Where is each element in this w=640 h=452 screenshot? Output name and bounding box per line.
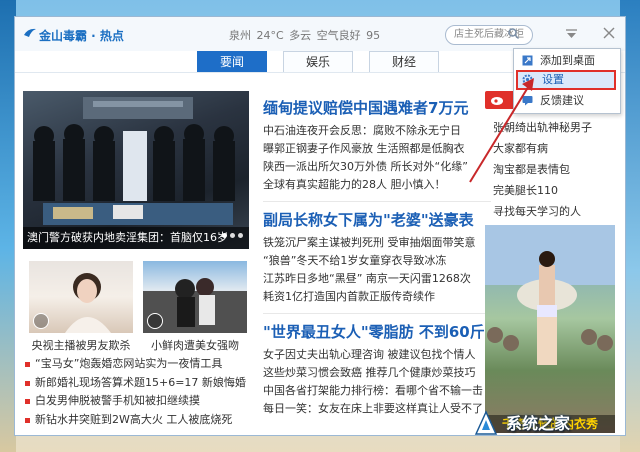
story-link[interactable]: 全球有真实超能力的28人 胆小慎入！ [263,176,491,194]
video-thumb-anchor[interactable] [29,261,133,333]
hot-topics: 张朝绮出轨神秘男子 大家都有病 淘宝都是表情包 完美腿长110 寻找每天学习的人 [493,117,611,222]
list-item[interactable]: “宝马女”炮轰婚恋网站实为一夜情工具 [23,355,249,374]
story-link[interactable]: 耗资1亿打造国内首款正版传奇续作 [263,288,491,306]
close-icon[interactable] [603,27,615,39]
featured-photo [33,97,235,225]
story-link[interactable]: 每日一笑：女友在床上非要这样真让人受不了 [263,400,491,418]
play-icon[interactable] [33,313,49,329]
context-menu: 添加到桌面 设置 反馈建议 [513,48,621,114]
story-link[interactable]: 铁笼沉尸案主谋被判死刑 受审抽烟面带笑意 [263,234,491,252]
carousel-dot[interactable] [222,233,227,238]
menu-item-label: 设置 [542,73,564,86]
play-icon[interactable] [147,313,163,329]
story-link[interactable]: “狼兽”冬天不给1岁女童穿衣导致冰冻 [263,252,491,270]
sidebar-image[interactable]: 千奇百怪的内衣秀 [485,225,615,433]
list-item[interactable]: 新郎婚礼现场答算术题15+6=17 新娘悔婚 [23,374,249,393]
hot-topic[interactable]: 大家都有病 [493,138,611,159]
story-headline[interactable]: "世界最丑女人"零脂肪 不到60斤 [263,321,491,342]
divider [263,201,491,202]
search-input[interactable]: 店主死后藏冰柜 [445,25,533,45]
desktop-add-icon [522,55,533,66]
watermark-text: 系统之家 [506,414,571,433]
carousel-dot[interactable] [230,233,235,238]
tab-news[interactable]: 要闻 [197,51,267,73]
app-logo: 金山毒霸 · 热点 [39,29,124,43]
hot-topic[interactable]: 完美腿长110 [493,180,611,201]
story-link[interactable]: 陕西一派出所欠30万外债 所长对外“化缘” [263,158,491,176]
news-list: “宝马女”炮轰婚恋网站实为一夜情工具 新郎婚礼现场答算术题15+6=17 新娘悔… [23,355,249,429]
story-link[interactable]: 这些炒菜习惯会致癌 推荐几个健康炒菜技巧 [263,364,491,382]
story-headline[interactable]: 缅甸提议赔偿中国遇难者7万元 [263,97,491,118]
list-item[interactable]: 新钻水井突赃到2W高大火 工人被底烧死 [23,411,249,430]
story-link[interactable]: 中国各省打架能力排行榜：看哪个省不输一击 [263,382,491,400]
logo-bird-icon [24,28,36,37]
thumb-caption[interactable]: 央视主播被男友欺杀 [25,337,137,353]
carousel-dot[interactable] [238,233,243,238]
lingerie-show-photo [485,225,615,365]
featured-image[interactable]: 澳门警方破获内地卖淫集团：首脑仅16岁 [23,91,249,249]
story-block-3: "世界最丑女人"零脂肪 不到60斤 女子因丈夫出轨心理咨询 被建议包找个情人 这… [263,321,491,418]
menu-dropdown-icon[interactable] [565,27,578,40]
video-thumb-kiss[interactable] [143,261,247,333]
divider [263,313,491,314]
gear-icon [522,74,533,85]
thumb-caption[interactable]: 小鲜肉遭美女强吻 [139,337,251,353]
story-block-1: 缅甸提议赔偿中国遇难者7万元 中石油连夜开会反思：腐败不除永无宁日 曝郭正钢妻子… [263,97,491,194]
hot-topic[interactable]: 张朝绮出轨神秘男子 [493,117,611,138]
tab-entertainment[interactable]: 娱乐 [283,51,353,73]
featured-caption[interactable]: 澳门警方破获内地卖淫集团：首脑仅16岁 [23,227,249,249]
menu-item-feedback[interactable]: 反馈建议 [516,91,616,111]
title-bar: 金山毒霸 · 热点 泉州 24°C 多云 空气良好 95 店主死后藏冰柜 [15,17,625,51]
carousel-dots[interactable] [219,227,243,241]
story-headline[interactable]: 副局长称女下属为"老婆"送豪表 [263,209,491,230]
hot-topic[interactable]: 淘宝都是表情包 [493,159,611,180]
feedback-icon [522,96,533,106]
story-block-2: 副局长称女下属为"老婆"送豪表 铁笼沉尸案主谋被判死刑 受审抽烟面带笑意 “狼兽… [263,209,491,306]
menu-item-label: 添加到桌面 [540,54,595,67]
menu-item-label: 反馈建议 [540,94,584,107]
search-icon[interactable] [508,28,519,39]
menu-item-settings[interactable]: 设置 [516,70,616,90]
story-link[interactable]: 曝郭正钢妻子作风豪放 生活照都是低胸衣 [263,140,491,158]
story-link[interactable]: 女子因丈夫出轨心理咨询 被建议包找个情人 [263,346,491,364]
story-link[interactable]: 江苏昨日多地“黑昼” 南京一天闪雷1268次 [263,270,491,288]
menu-item-add-desktop[interactable]: 添加到桌面 [516,51,616,71]
tab-finance[interactable]: 财经 [369,51,439,73]
weather-info[interactable]: 泉州 24°C 多云 空气良好 95 [229,27,380,43]
list-item[interactable]: 白发男伸脱被警手机知被扣继续摸 [23,392,249,411]
hot-topic[interactable]: 寻找每天学习的人 [493,201,611,222]
story-link[interactable]: 中石油连夜开会反思：腐败不除永无宁日 [263,122,491,140]
